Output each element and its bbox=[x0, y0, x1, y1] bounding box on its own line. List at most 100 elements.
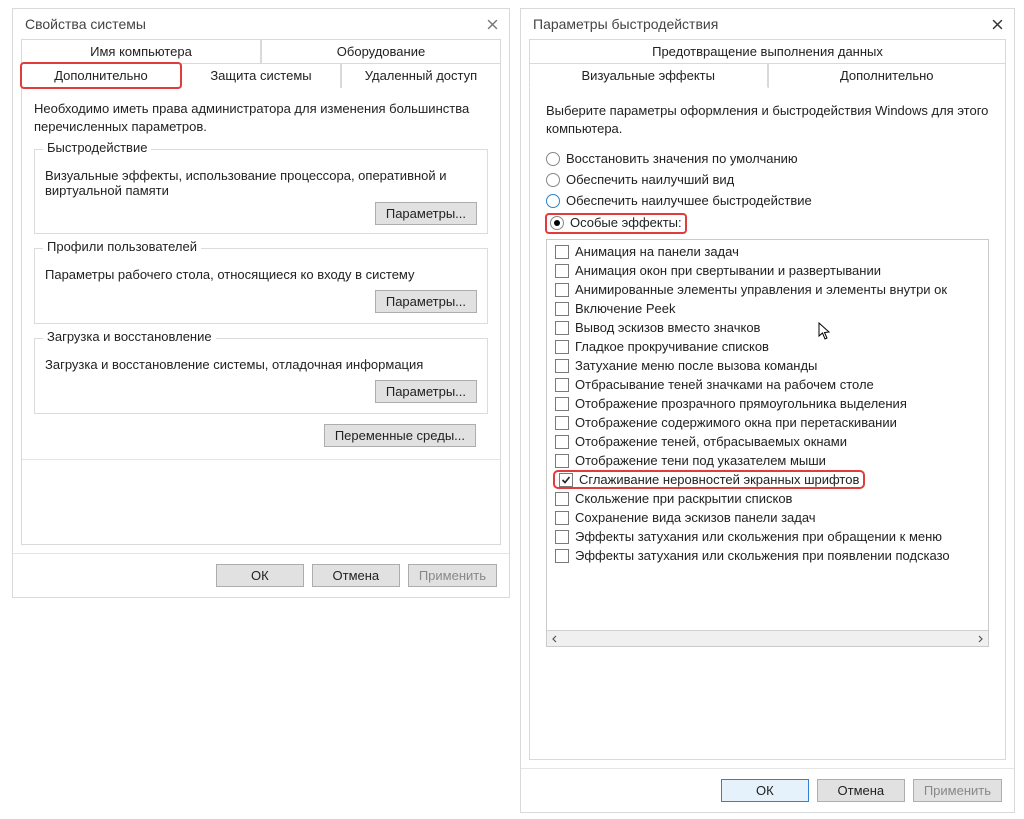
sp-intro-text: Необходимо иметь права администратора дл… bbox=[34, 100, 488, 135]
close-icon[interactable] bbox=[986, 13, 1008, 35]
sp-panel-body: Необходимо иметь права администратора дл… bbox=[21, 88, 501, 545]
tab-advanced[interactable]: Дополнительно bbox=[21, 63, 181, 88]
env-vars-button[interactable]: Переменные среды... bbox=[324, 424, 476, 447]
profiles-settings-button[interactable]: Параметры... bbox=[375, 290, 477, 313]
po-panel-body: Выберите параметры оформления и быстроде… bbox=[529, 88, 1006, 760]
effects-list-inner: Анимация на панели задач Анимация окон пр… bbox=[547, 240, 988, 630]
effect-item[interactable]: Эффекты затухания или скольжения при обр… bbox=[547, 527, 988, 546]
checkbox-icon[interactable] bbox=[555, 302, 569, 316]
radio-option[interactable]: Восстановить значения по умолчанию bbox=[546, 151, 989, 166]
effect-label: Анимация на панели задач bbox=[575, 244, 739, 259]
tab-system-protection[interactable]: Защита системы bbox=[181, 63, 341, 88]
checkbox-icon[interactable] bbox=[555, 549, 569, 563]
radio-option[interactable]: Особые эффекты: bbox=[546, 214, 989, 233]
effect-label: Затухание меню после вызова команды bbox=[575, 358, 817, 373]
sp-cancel-button[interactable]: Отмена bbox=[312, 564, 400, 587]
po-ok-button[interactable]: ОК bbox=[721, 779, 809, 802]
performance-options-window: Параметры быстродействия Предотвращение … bbox=[520, 8, 1015, 813]
radio-option[interactable]: Обеспечить наилучшее быстродействие bbox=[546, 193, 989, 208]
effect-item[interactable]: Вывод эскизов вместо значков bbox=[547, 318, 988, 337]
checkbox-icon[interactable] bbox=[555, 283, 569, 297]
po-tab-row-front: Визуальные эффекты Дополнительно bbox=[521, 63, 1014, 88]
effect-item[interactable]: Анимация окон при свертывании и разверты… bbox=[547, 261, 988, 280]
tab-hardware[interactable]: Оборудование bbox=[261, 39, 501, 63]
system-properties-titlebar[interactable]: Свойства системы bbox=[13, 9, 509, 39]
sp-ok-button[interactable]: ОК bbox=[216, 564, 304, 587]
effect-item[interactable]: Затухание меню после вызова команды bbox=[547, 356, 988, 375]
tab-remote[interactable]: Удаленный доступ bbox=[341, 63, 501, 88]
effect-label: Эффекты затухания или скольжения при обр… bbox=[575, 529, 942, 544]
sp-footer: ОК Отмена Применить bbox=[13, 553, 509, 597]
effect-item[interactable]: Отображение содержимого окна при перетас… bbox=[547, 413, 988, 432]
checkbox-icon[interactable] bbox=[555, 397, 569, 411]
effect-item[interactable]: Анимированные элементы управления и элем… bbox=[547, 280, 988, 299]
checkbox-icon[interactable] bbox=[555, 340, 569, 354]
checkbox-icon[interactable] bbox=[559, 473, 573, 487]
effect-item[interactable]: Скольжение при раскрытии списков bbox=[547, 489, 988, 508]
radio-icon[interactable] bbox=[546, 152, 560, 166]
po-intro-text: Выберите параметры оформления и быстроде… bbox=[546, 102, 989, 137]
checkbox-icon[interactable] bbox=[555, 245, 569, 259]
effect-label: Отображение тени под указателем мыши bbox=[575, 453, 826, 468]
radio-option[interactable]: Обеспечить наилучший вид bbox=[546, 172, 989, 187]
effect-item[interactable]: Анимация на панели задач bbox=[547, 242, 988, 261]
group-profiles-desc: Параметры рабочего стола, относящиеся ко… bbox=[45, 267, 477, 282]
scroll-right-icon[interactable] bbox=[972, 632, 988, 646]
effect-item[interactable]: Включение Peek bbox=[547, 299, 988, 318]
po-titlebar[interactable]: Параметры быстродействия bbox=[521, 9, 1014, 39]
checkbox-icon[interactable] bbox=[555, 435, 569, 449]
po-cancel-button[interactable]: Отмена bbox=[817, 779, 905, 802]
effect-item[interactable]: Эффекты затухания или скольжения при поя… bbox=[547, 546, 988, 565]
effect-item[interactable]: Сглаживание неровностей экранных шрифтов bbox=[547, 470, 988, 489]
po-apply-button[interactable]: Применить bbox=[913, 779, 1002, 802]
effect-item[interactable]: Отображение теней, отбрасываемых окнами bbox=[547, 432, 988, 451]
radio-label: Обеспечить наилучшее быстродействие bbox=[566, 193, 812, 208]
group-startup-title: Загрузка и восстановление bbox=[43, 329, 216, 344]
radio-label: Обеспечить наилучший вид bbox=[566, 172, 734, 187]
effects-checklist[interactable]: Анимация на панели задач Анимация окон пр… bbox=[546, 239, 989, 647]
checkbox-icon[interactable] bbox=[555, 264, 569, 278]
group-performance-title: Быстродействие bbox=[43, 140, 151, 155]
radio-group: Восстановить значения по умолчанию Обеспе… bbox=[546, 151, 989, 233]
checkbox-icon[interactable] bbox=[555, 378, 569, 392]
tab-advanced[interactable]: Дополнительно bbox=[768, 63, 1007, 88]
tab-computer-name[interactable]: Имя компьютера bbox=[21, 39, 261, 63]
divider bbox=[22, 459, 500, 460]
checkbox-icon[interactable] bbox=[555, 321, 569, 335]
group-profiles: Профили пользователей Параметры рабочего… bbox=[34, 248, 488, 324]
effect-label: Вывод эскизов вместо значков bbox=[575, 320, 760, 335]
radio-label: Особые эффекты: bbox=[570, 215, 682, 230]
sp-apply-button[interactable]: Применить bbox=[408, 564, 497, 587]
sp-tab-row-front: Дополнительно Защита системы Удаленный д… bbox=[13, 63, 509, 88]
horizontal-scrollbar[interactable] bbox=[547, 630, 988, 646]
checkbox-icon[interactable] bbox=[555, 416, 569, 430]
effect-label: Отображение теней, отбрасываемых окнами bbox=[575, 434, 847, 449]
checkbox-icon[interactable] bbox=[555, 530, 569, 544]
radio-label: Восстановить значения по умолчанию bbox=[566, 151, 798, 166]
effect-item[interactable]: Отображение прозрачного прямоугольника в… bbox=[547, 394, 988, 413]
tab-visual-effects[interactable]: Визуальные эффекты bbox=[529, 63, 768, 88]
system-properties-window: Свойства системы Имя компьютера Оборудов… bbox=[12, 8, 510, 598]
effect-item[interactable]: Гладкое прокручивание списков bbox=[547, 337, 988, 356]
effect-label: Гладкое прокручивание списков bbox=[575, 339, 769, 354]
effect-item[interactable]: Сохранение вида эскизов панели задач bbox=[547, 508, 988, 527]
checkbox-icon[interactable] bbox=[555, 492, 569, 506]
close-icon[interactable] bbox=[481, 13, 503, 35]
effect-label: Сглаживание неровностей экранных шрифтов bbox=[579, 472, 859, 487]
effect-label: Анимация окон при свертывании и разверты… bbox=[575, 263, 881, 278]
performance-settings-button[interactable]: Параметры... bbox=[375, 202, 477, 225]
scroll-left-icon[interactable] bbox=[547, 632, 563, 646]
radio-icon[interactable] bbox=[546, 173, 560, 187]
checkbox-icon[interactable] bbox=[555, 359, 569, 373]
startup-settings-button[interactable]: Параметры... bbox=[375, 380, 477, 403]
radio-icon[interactable] bbox=[546, 194, 560, 208]
sp-tab-row-back: Имя компьютера Оборудование bbox=[13, 39, 509, 63]
effect-item[interactable]: Отображение тени под указателем мыши bbox=[547, 451, 988, 470]
group-profiles-title: Профили пользователей bbox=[43, 239, 201, 254]
tab-dep[interactable]: Предотвращение выполнения данных bbox=[529, 39, 1006, 63]
effect-item[interactable]: Отбрасывание теней значками на рабочем с… bbox=[547, 375, 988, 394]
checkbox-icon[interactable] bbox=[555, 454, 569, 468]
effect-label: Анимированные элементы управления и элем… bbox=[575, 282, 947, 297]
radio-icon[interactable] bbox=[550, 216, 564, 230]
checkbox-icon[interactable] bbox=[555, 511, 569, 525]
